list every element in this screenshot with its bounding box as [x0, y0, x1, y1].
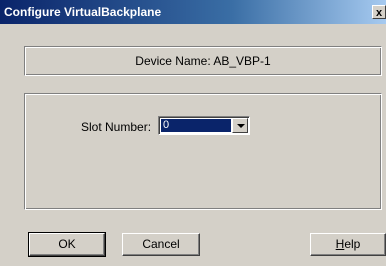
slot-number-value: 0	[160, 118, 232, 133]
window-title: Configure VirtualBackplane	[4, 5, 162, 19]
device-name-row: Device Name: AB_VBP-1	[25, 54, 381, 68]
close-button[interactable]: x	[372, 5, 386, 19]
ok-button[interactable]: OK	[28, 232, 106, 257]
slot-panel	[24, 93, 382, 210]
dialog-window: Configure VirtualBackplane x Device Name…	[0, 0, 386, 266]
device-name-value: AB_VBP-1	[213, 54, 271, 68]
dropdown-arrow-icon[interactable]	[232, 118, 248, 133]
slot-number-label: Slot Number:	[81, 120, 152, 134]
cancel-button[interactable]: Cancel	[122, 233, 200, 256]
title-bar[interactable]: Configure VirtualBackplane x	[0, 0, 386, 24]
device-name-panel: Device Name: AB_VBP-1	[24, 46, 382, 76]
help-button[interactable]: Help	[310, 233, 386, 256]
help-label-rest: elp	[344, 237, 361, 251]
device-name-label: Device Name:	[135, 54, 211, 68]
slot-number-dropdown[interactable]: 0	[158, 116, 250, 135]
